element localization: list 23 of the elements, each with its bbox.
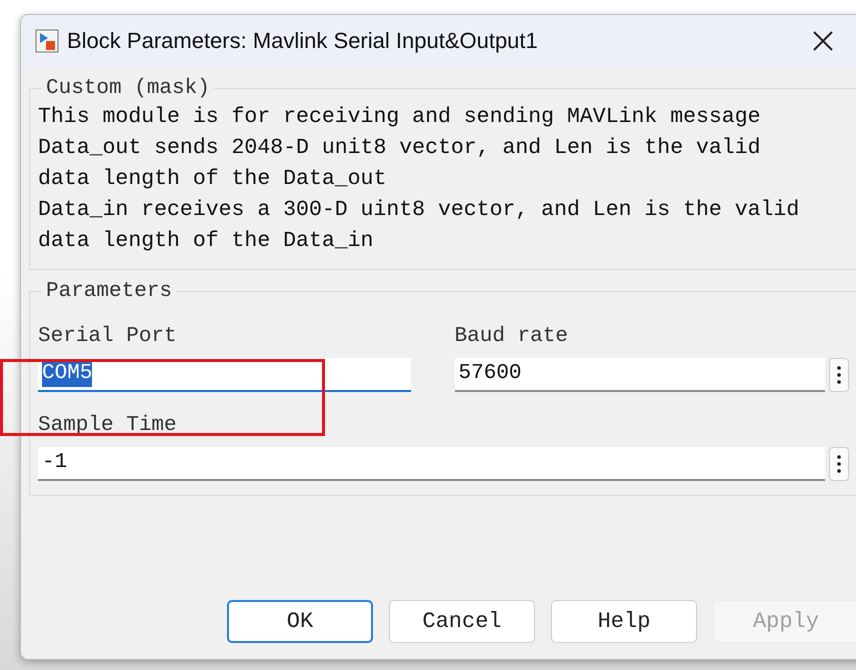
block-icon	[35, 29, 59, 53]
description-text: data length of the Data_in	[38, 228, 374, 255]
description-text: data length of the Data_out	[38, 166, 388, 193]
dialog-button[interactable]: Help	[551, 600, 697, 643]
field-label: Sample Time	[38, 414, 178, 437]
text-field[interactable]: -1	[38, 447, 825, 481]
more-options-button[interactable]	[829, 358, 849, 392]
window-title: Block Parameters: Mavlink Serial Input&Output1	[67, 28, 539, 54]
text-field[interactable]: 57600	[454, 358, 825, 392]
dialog-button[interactable]: OK	[227, 600, 373, 643]
description-text: This module is for receiving and sending MAVLink message	[38, 104, 762, 131]
field-label: Baud rate	[454, 325, 569, 348]
close-icon	[812, 30, 834, 52]
section-heading: Parameters	[45, 280, 174, 303]
dialog-button[interactable]: Cancel	[389, 600, 535, 643]
more-options-button[interactable]	[829, 447, 849, 481]
text-field[interactable]: COM5	[38, 358, 411, 392]
more-icon	[837, 455, 841, 473]
description-text: Data_in receives a 300-D uint8 vector, and Len is the valid	[38, 197, 800, 224]
field-label: Serial Port	[38, 325, 178, 348]
more-icon	[837, 366, 841, 384]
description-text: Data_out sends 2048-D unit8 vector, and Len is the valid	[38, 135, 762, 162]
section-heading: Custom (mask)	[45, 77, 211, 100]
